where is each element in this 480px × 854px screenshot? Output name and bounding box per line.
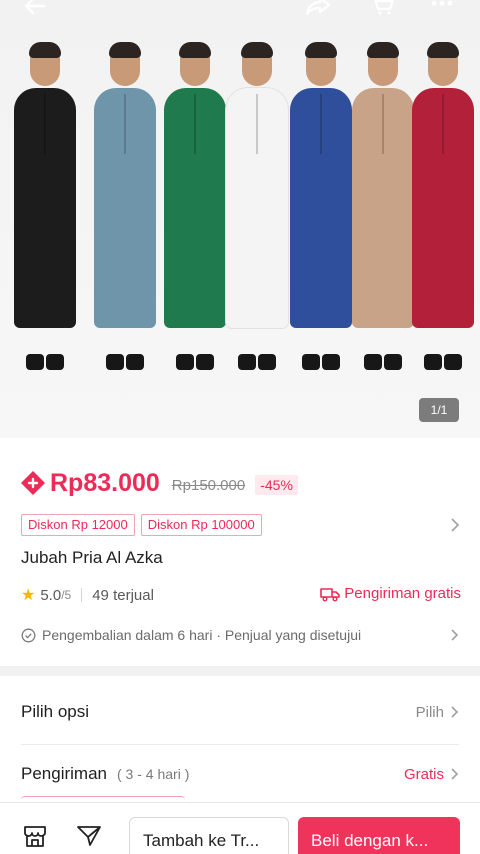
free-shipping-label: Pengiriman gratis <box>344 585 461 602</box>
cart-icon[interactable] <box>368 0 396 18</box>
section-divider <box>0 666 480 676</box>
chevron-right-icon <box>451 768 459 780</box>
shipping-tag-edge <box>21 796 185 800</box>
product-title: Jubah Pria Al Azka <box>21 548 163 567</box>
free-shipping-link[interactable]: Pengiriman gratis <box>320 585 461 602</box>
product-photo-models <box>0 38 480 388</box>
shipping-value: Gratis <box>403 765 444 783</box>
top-navigation <box>0 0 480 22</box>
select-option-row[interactable]: Pilih opsi Pilih <box>0 684 480 740</box>
chevron-right-icon <box>451 706 459 718</box>
rating-row: ★ 5.0 /5 49 terjual Pengiriman gratis <box>21 584 461 606</box>
rating-value: 5.0 <box>40 586 62 604</box>
select-option-label: Pilih opsi <box>21 702 90 721</box>
model-black-robe <box>0 38 90 388</box>
check-circle-icon <box>21 628 36 642</box>
model-maroon-robe <box>398 38 480 388</box>
return-policy-text: Pengembalian dalam 6 hari · Penjual yang… <box>42 627 362 643</box>
more-icon[interactable] <box>428 0 456 18</box>
row-divider <box>21 744 459 745</box>
select-option-value: Pilih <box>415 703 444 721</box>
voucher-tag[interactable]: Diskon Rp 12000 <box>21 514 135 536</box>
divider <box>81 588 83 602</box>
star-icon: ★ <box>21 587 36 604</box>
sold-count: 49 terjual <box>92 586 154 604</box>
truck-icon <box>320 587 341 601</box>
return-policy-row[interactable]: Pengembalian dalam 6 hari · Penjual yang… <box>21 624 461 646</box>
shipping-row[interactable]: Pengiriman ( 3 - 4 hari ) Gratis <box>0 746 480 802</box>
original-price: Rp150.000 <box>171 476 246 494</box>
bottom-action-bar: Tambah ke Tr... Beli dengan k... <box>0 802 480 854</box>
share-icon[interactable] <box>304 0 332 18</box>
buy-now-button[interactable]: Beli dengan k... <box>298 817 460 854</box>
shipping-label: Pengiriman <box>21 764 107 783</box>
flash-price-icon <box>21 471 45 495</box>
shop-icon[interactable] <box>22 823 48 849</box>
voucher-list[interactable]: Diskon Rp 12000 Diskon Rp 100000 <box>21 514 268 536</box>
shipping-duration: ( 3 - 4 hari ) <box>117 766 190 782</box>
product-image[interactable]: 1/1 <box>0 0 480 438</box>
chat-icon[interactable] <box>76 823 102 849</box>
price-row: Rp83.000 Rp150.000 -45% <box>20 466 298 500</box>
discount-badge: -45% <box>255 475 298 495</box>
rating-max: /5 <box>61 588 72 602</box>
voucher-tag[interactable]: Diskon Rp 100000 <box>140 514 262 536</box>
image-pager-indicator: 1/1 <box>419 398 459 422</box>
chevron-right-icon[interactable] <box>448 516 462 534</box>
chevron-right-icon <box>451 629 459 641</box>
current-price: Rp83.000 <box>50 468 160 497</box>
back-arrow-icon[interactable] <box>20 0 48 18</box>
add-to-cart-button[interactable]: Tambah ke Tr... <box>129 817 289 854</box>
